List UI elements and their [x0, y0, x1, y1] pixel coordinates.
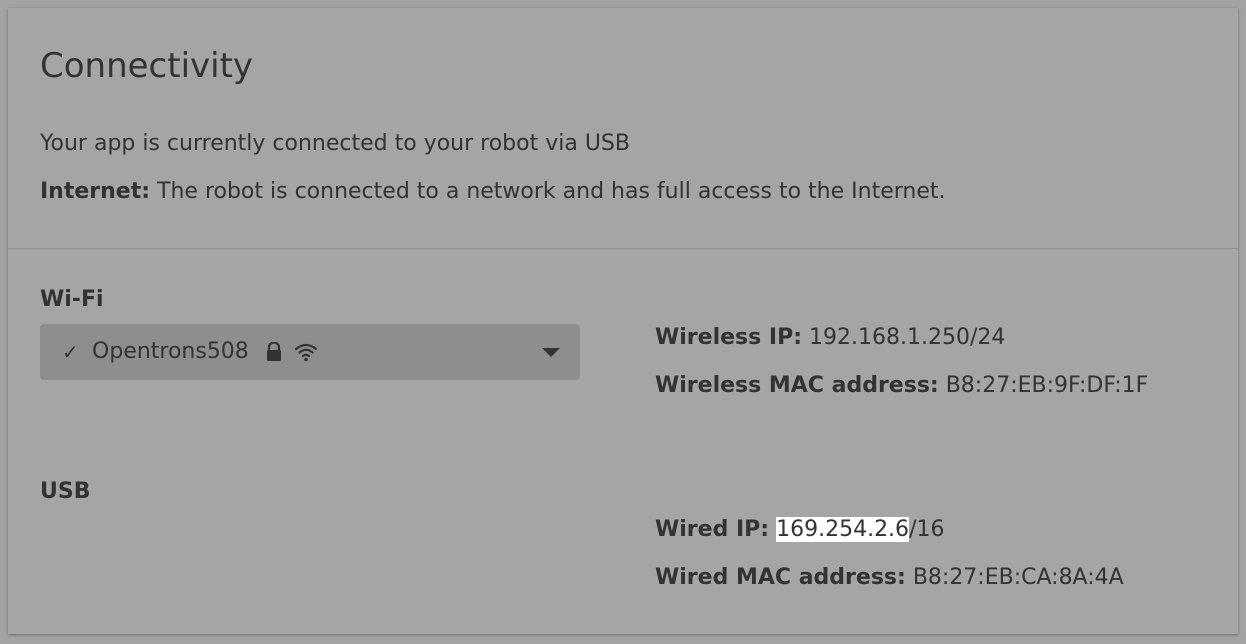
wireless-mac-row: Wireless MAC address: B8:27:EB:9F:DF:1F — [655, 372, 1148, 400]
internet-status: Internet: The robot is connected to a ne… — [40, 178, 945, 206]
wifi-icon — [294, 343, 318, 362]
wired-mac-value: B8:27:EB:CA:8A:4A — [912, 565, 1124, 590]
wireless-mac-label: Wireless MAC address: — [655, 373, 939, 398]
connectivity-card: Connectivity Your app is currently conne… — [8, 8, 1238, 634]
connectivity-header-section: Connectivity Your app is currently conne… — [8, 8, 1238, 249]
internet-status-text: The robot is connected to a network and … — [150, 179, 946, 204]
wireless-ip-label: Wireless IP: — [655, 325, 802, 350]
chevron-down-icon — [542, 348, 560, 357]
wired-ip-highlighted-value[interactable]: 169.254.2.6 — [776, 517, 910, 542]
selected-network-name: Opentrons508 — [92, 339, 249, 364]
usb-section-label: USB — [40, 479, 91, 504]
wireless-mac-value: B8:27:EB:9F:DF:1F — [945, 373, 1149, 398]
wifi-network-select[interactable]: ✓ Opentrons508 — [40, 324, 580, 380]
wired-ip-label: Wired IP: — [655, 517, 770, 542]
wired-ip-row: Wired IP: 169.254.2.6/16 — [655, 516, 944, 544]
wifi-section-label: Wi-Fi — [40, 287, 104, 312]
check-icon: ✓ — [62, 340, 79, 364]
internet-label: Internet: — [40, 179, 151, 204]
page-title: Connectivity — [40, 46, 254, 86]
wireless-ip-value: 192.168.1.250/24 — [809, 325, 1006, 350]
wireless-ip-row: Wireless IP: 192.168.1.250/24 — [655, 324, 1005, 352]
connection-status-text: Your app is currently connected to your … — [40, 131, 630, 156]
wired-mac-label: Wired MAC address: — [655, 565, 906, 590]
lock-icon — [267, 342, 281, 361]
wired-mac-row: Wired MAC address: B8:27:EB:CA:8A:4A — [655, 564, 1124, 592]
wired-ip-suffix: /16 — [909, 517, 945, 542]
